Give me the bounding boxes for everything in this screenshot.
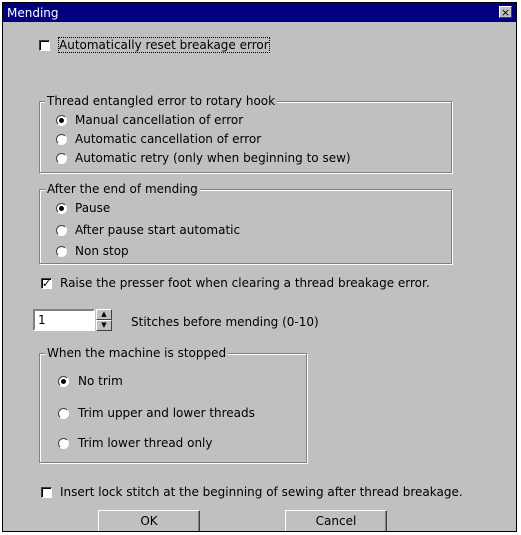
machine-stopped-group: When the machine is stopped No trim Trim…	[39, 346, 307, 463]
window-title: Mending	[7, 6, 59, 20]
automatic-cancellation-label[interactable]: Automatic cancellation of error	[75, 132, 261, 146]
trim-upper-lower-label[interactable]: Trim upper and lower threads	[78, 406, 255, 420]
manual-cancellation-radio[interactable]	[56, 115, 67, 126]
mending-dialog: Mending × Automatically reset breakage e…	[2, 2, 517, 532]
ok-button[interactable]: OK	[98, 510, 200, 531]
pause-radio[interactable]	[56, 203, 67, 214]
non-stop-radio[interactable]	[56, 246, 67, 257]
manual-cancellation-label[interactable]: Manual cancellation of error	[75, 113, 243, 127]
lock-stitch-label[interactable]: Insert lock stitch at the beginning of s…	[60, 485, 463, 499]
no-trim-radio[interactable]	[58, 376, 69, 387]
automatic-retry-label[interactable]: Automatic retry (only when beginning to …	[75, 151, 351, 165]
non-stop-label[interactable]: Non stop	[75, 244, 129, 258]
close-button[interactable]: ×	[499, 6, 512, 18]
no-trim-label[interactable]: No trim	[78, 374, 123, 388]
pause-label[interactable]: Pause	[75, 201, 110, 215]
auto-reset-label[interactable]: Automatically reset breakage error	[58, 37, 270, 53]
title-bar: Mending ×	[3, 3, 516, 22]
trim-lower-only-label[interactable]: Trim lower thread only	[78, 436, 213, 450]
stitches-input[interactable]: 1	[33, 309, 95, 331]
trim-lower-only-radio[interactable]	[58, 438, 69, 449]
automatic-retry-radio[interactable]	[56, 153, 67, 164]
after-pause-start-radio[interactable]	[56, 225, 67, 236]
machine-stopped-title: When the machine is stopped	[45, 346, 229, 360]
auto-reset-checkbox[interactable]	[39, 40, 50, 51]
after-mending-group: After the end of mending Pause After pau…	[39, 182, 452, 264]
after-pause-start-label[interactable]: After pause start automatic	[75, 223, 240, 237]
stitches-label: Stitches before mending (0-10)	[131, 315, 319, 329]
thread-entangled-title: Thread entangled error to rotary hook	[45, 94, 278, 108]
automatic-cancellation-radio[interactable]	[56, 134, 67, 145]
cancel-button[interactable]: Cancel	[285, 510, 387, 531]
spin-down-button[interactable]: ▼	[96, 320, 112, 331]
after-mending-title: After the end of mending	[45, 182, 200, 196]
spin-up-button[interactable]: ▲	[96, 309, 112, 320]
raise-presser-checkbox[interactable]: ✓	[41, 278, 52, 289]
lock-stitch-checkbox[interactable]	[41, 487, 52, 498]
trim-upper-lower-radio[interactable]	[58, 408, 69, 419]
thread-entangled-group: Thread entangled error to rotary hook Ma…	[39, 94, 452, 173]
raise-presser-label[interactable]: Raise the presser foot when clearing a t…	[60, 276, 430, 290]
